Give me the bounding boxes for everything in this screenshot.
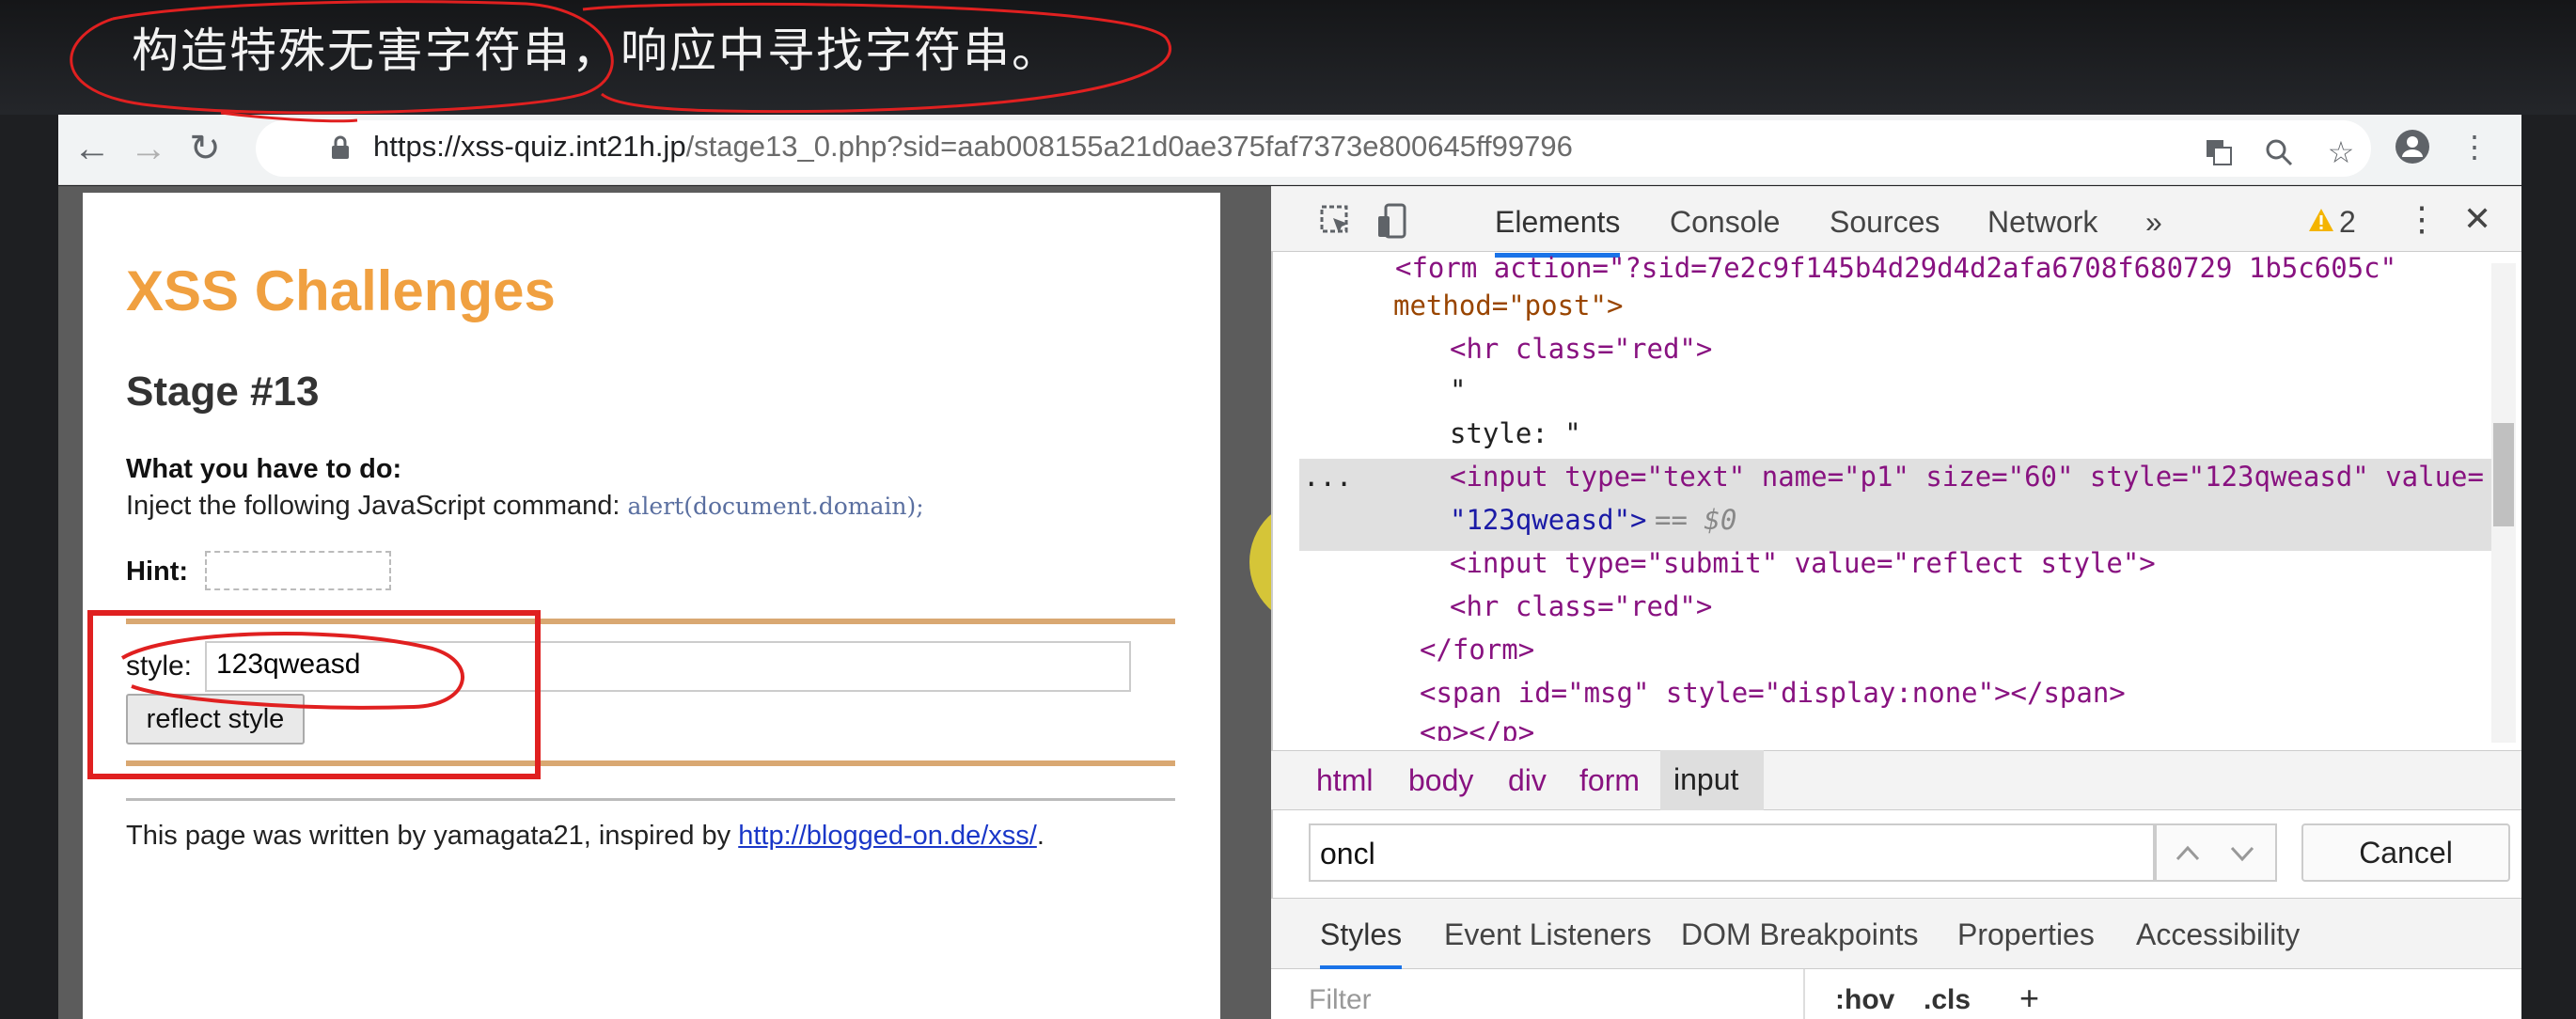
dom-search-input[interactable]: oncl	[1309, 823, 2155, 882]
search-prev-icon[interactable]	[2174, 842, 2202, 865]
crumb-div[interactable]: div	[1508, 763, 1547, 798]
dom-line-form[interactable]: <form action="?sid=7e2c9f145b4d29d4d2afa…	[1395, 252, 2396, 284]
search-next-icon[interactable]	[2228, 842, 2256, 865]
cls-toggle[interactable]: .cls	[1924, 984, 1971, 1016]
devtools-menu-icon[interactable]: ⋮	[2405, 199, 2439, 239]
crumb-form[interactable]: form	[1579, 763, 1640, 798]
dom-line-dots[interactable]: ...	[1303, 461, 1352, 493]
tab-elements[interactable]: Elements	[1495, 205, 1621, 258]
more-tabs-icon[interactable]: »	[2145, 205, 2162, 240]
hov-toggle[interactable]: :hov	[1835, 984, 1894, 1016]
styles-tabbar: Styles Event Listeners DOM Breakpoints P…	[1271, 898, 2521, 970]
dom-line-selected-marker: == $0	[1655, 504, 1737, 536]
tab-properties[interactable]: Properties	[1957, 917, 2095, 952]
tab-styles[interactable]: Styles	[1320, 917, 1403, 970]
dom-line-p[interactable]: <p></p>	[1420, 716, 1534, 741]
dom-line-input-submit[interactable]: <input type="submit" value="reflect styl…	[1450, 547, 2156, 579]
dom-line-quote[interactable]: "	[1450, 374, 1466, 406]
tab-event-listeners[interactable]: Event Listeners	[1444, 917, 1652, 952]
new-style-rule-icon[interactable]: +	[2019, 979, 2039, 1018]
dom-line-form-close[interactable]: </form>	[1420, 634, 1534, 666]
inspect-element-icon[interactable]	[1320, 205, 1354, 239]
crumb-html[interactable]: html	[1316, 763, 1373, 798]
crumb-input[interactable]: input	[1660, 750, 1764, 810]
styles-filter-input[interactable]: Filter	[1309, 984, 1372, 1016]
tab-accessibility[interactable]: Accessibility	[2136, 917, 2300, 952]
cancel-search-button[interactable]: Cancel	[2301, 823, 2510, 882]
search-nav	[2155, 823, 2277, 882]
dom-line-hr[interactable]: <hr class="red">	[1450, 333, 1712, 365]
dom-line-input-value[interactable]: "123qweasd">	[1450, 504, 1647, 536]
breadcrumb: html body div form	[1271, 750, 2521, 810]
tab-console[interactable]: Console	[1670, 205, 1780, 240]
dom-line-method[interactable]: method="post">	[1393, 290, 1623, 321]
close-devtools-icon[interactable]: ✕	[2463, 199, 2491, 239]
dom-scrollbar-thumb[interactable]	[2493, 423, 2514, 526]
styles-filter-row: Filter :hov .cls +	[1271, 969, 2521, 1019]
dom-line-span[interactable]: <span id="msg" style="display:none"></sp…	[1420, 677, 2126, 709]
tab-sources[interactable]: Sources	[1830, 205, 1940, 240]
filter-divider	[1803, 969, 1805, 1019]
dom-line-hr-2[interactable]: <hr class="red">	[1450, 590, 1712, 622]
dom-line-style-text[interactable]: style: "	[1450, 417, 1581, 449]
dom-line-input-text[interactable]: <input type="text" name="p1" size="60" s…	[1450, 461, 2484, 493]
tab-network[interactable]: Network	[1987, 205, 2097, 240]
crumb-body[interactable]: body	[1408, 763, 1473, 798]
tab-dom-breakpoints[interactable]: DOM Breakpoints	[1681, 917, 1919, 952]
device-toolbar-icon[interactable]	[1376, 203, 1410, 241]
warning-icon[interactable]	[2307, 207, 2335, 233]
devtools-tabbar: Elements Console Sources Network » 2 ⋮ ✕	[1271, 186, 2521, 258]
dom-tree: <form action="?sid=7e2c9f145b4d29d4d2afa…	[1297, 252, 2491, 741]
warning-count: 2	[2339, 205, 2356, 239]
